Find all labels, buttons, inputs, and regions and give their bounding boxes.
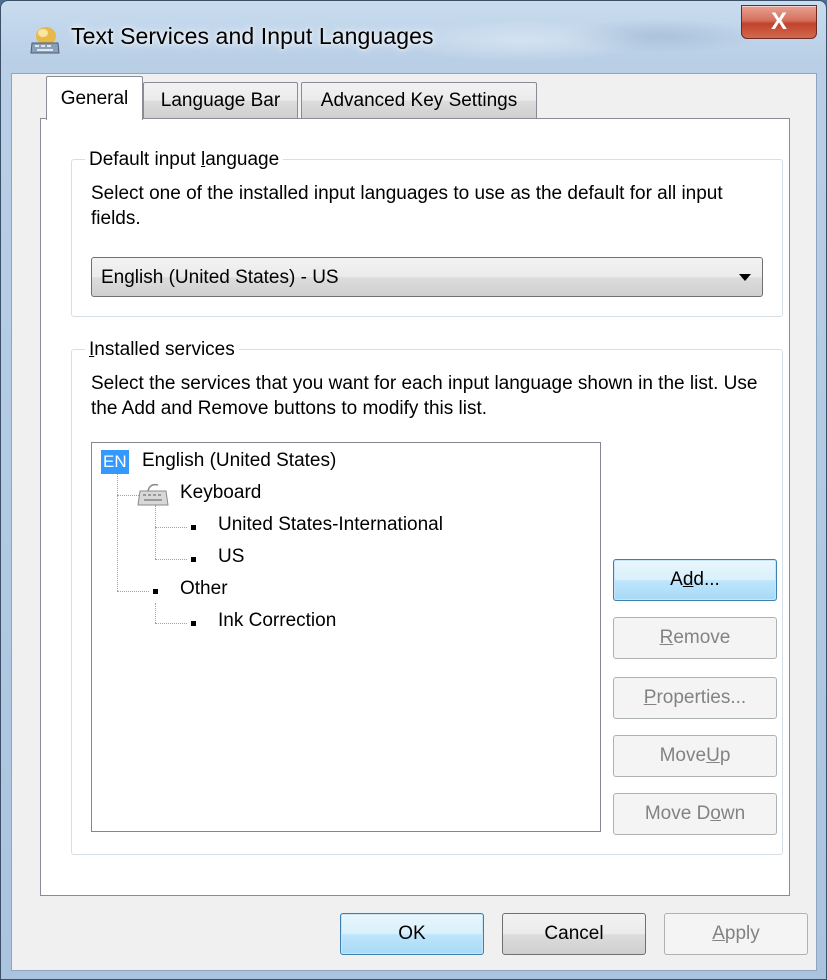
default-language-dropdown[interactable]: English (United States) - US [91,257,763,297]
chevron-down-icon [739,274,751,281]
dialog-window: Text Services and Input Languages X Gene… [0,0,827,980]
services-tree[interactable]: EN English (United States) Keyboard Unit… [91,442,601,832]
tree-connector [117,591,149,592]
tree-node-other[interactable]: Other [180,578,228,600]
move-up-button[interactable]: Move Up [613,735,777,777]
ok-button[interactable]: OK [340,913,484,955]
default-language-value: English (United States) - US [101,267,339,288]
properties-button[interactable]: Properties... [613,677,777,719]
tree-node-keyboard-item[interactable]: US [218,546,244,568]
tree-node-keyboard-item[interactable]: United States-International [218,514,443,536]
cancel-button[interactable]: Cancel [502,913,646,955]
tree-connector [155,623,187,624]
tree-connector [155,505,156,559]
tab-page-general: Default input language Select one of the… [40,118,790,896]
tab-language-bar-label: Language Bar [160,89,281,111]
tree-connector [155,559,187,560]
tree-node-keyboard[interactable]: Keyboard [180,482,261,504]
tree-connector [117,473,118,591]
installed-services-description: Select the services that you want for ea… [91,373,758,419]
bullet-icon [191,621,196,626]
tree-connector [155,527,187,528]
tree-node-other-item[interactable]: Ink Correction [218,610,336,632]
title-bar[interactable]: Text Services and Input Languages X [1,1,826,71]
default-input-language-heading: Default input language [85,149,284,171]
apply-button[interactable]: Apply [664,913,808,955]
bullet-icon [191,525,196,530]
tree-connector [155,603,156,623]
add-button[interactable]: Ad d... [613,559,777,601]
tab-advanced-key-settings-label: Advanced Key Settings [320,89,518,111]
bullet-icon [191,557,196,562]
close-button[interactable]: X [741,5,817,39]
tab-general-label: General [60,87,129,109]
dialog-client-area: General Language Bar Advanced Key Settin… [11,73,817,971]
tab-language-bar[interactable]: Language Bar [143,82,298,118]
installed-services-heading: Installed services [85,339,239,361]
keyboard-icon [137,483,169,506]
remove-button[interactable]: Remove [613,617,777,659]
close-icon: X [770,8,787,35]
tab-general[interactable]: General [46,76,143,120]
move-down-button[interactable]: Move Do wn [613,793,777,835]
keyboard-globe-icon [30,27,60,54]
default-input-description: Select one of the installed input langua… [91,183,723,229]
language-code-badge: EN [101,450,129,474]
tree-node-language[interactable]: English (United States) [142,450,336,472]
bullet-icon [153,589,158,594]
window-title: Text Services and Input Languages [71,23,434,49]
tab-advanced-key-settings[interactable]: Advanced Key Settings [301,82,537,118]
